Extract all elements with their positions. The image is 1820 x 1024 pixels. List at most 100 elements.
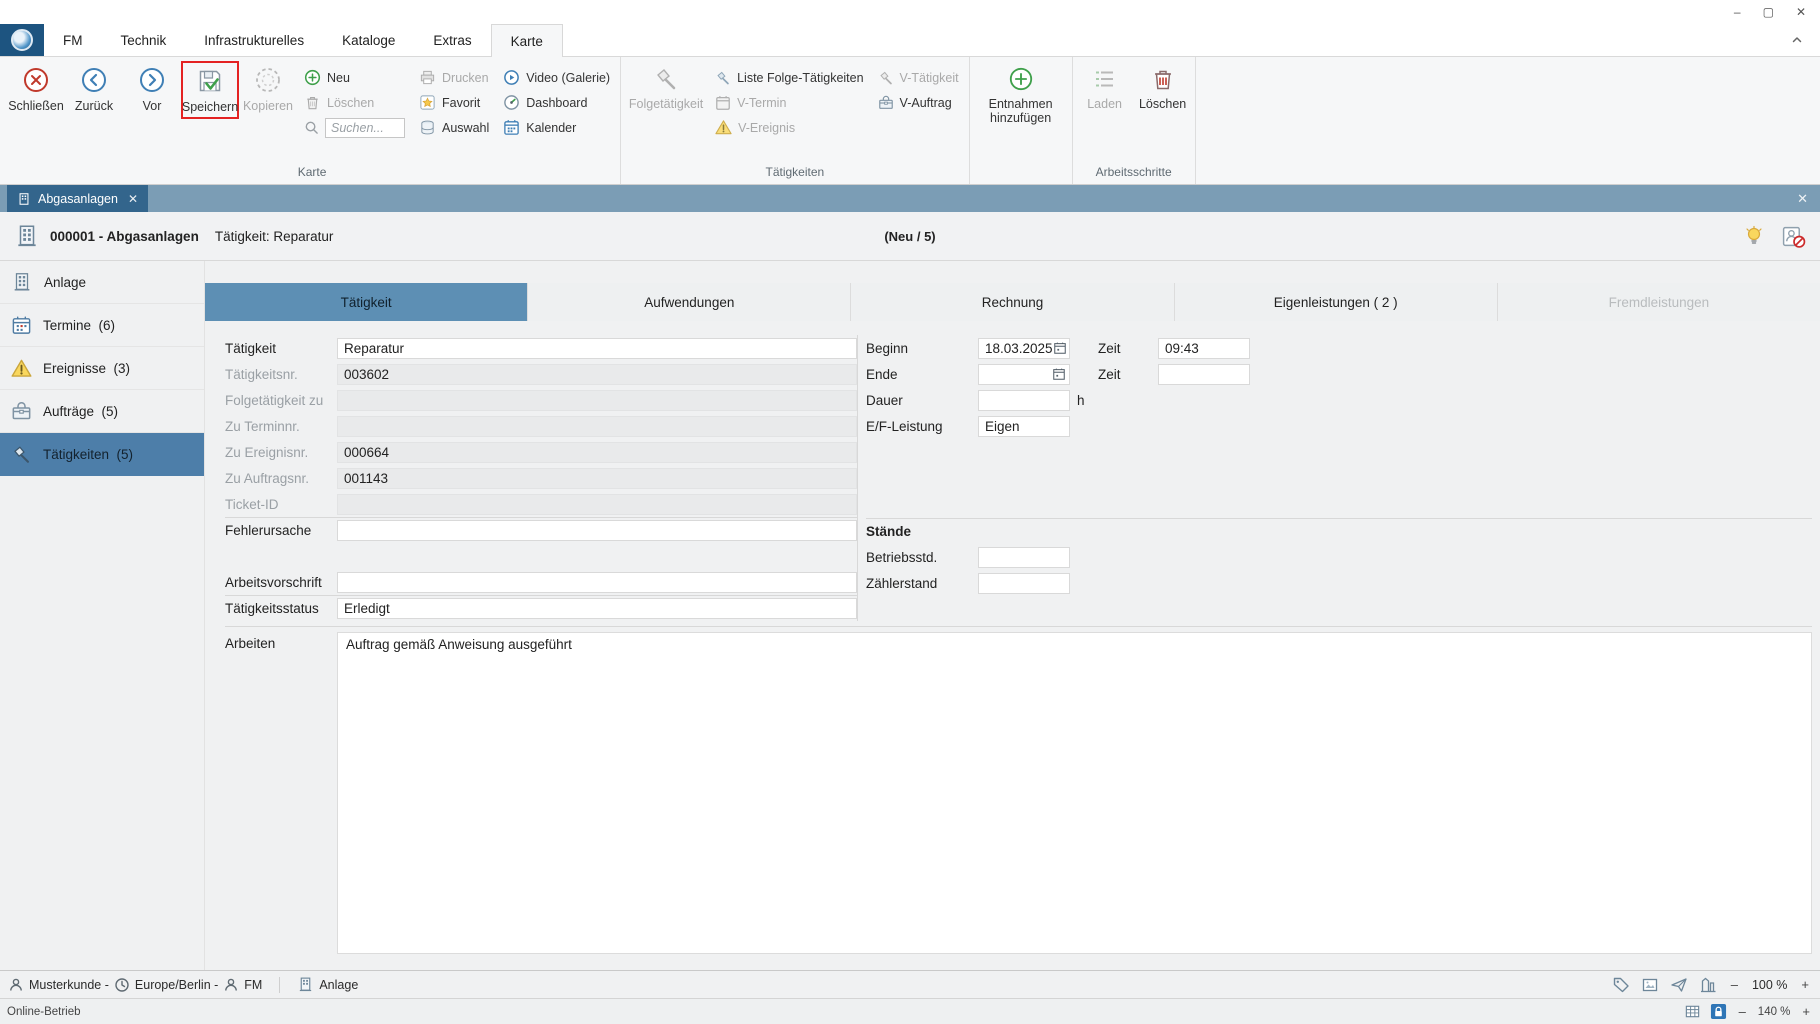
tag-icon[interactable]: [1612, 976, 1630, 994]
search-input[interactable]: [325, 118, 405, 138]
zaehlerstand-field[interactable]: [978, 573, 1070, 594]
app-zoom-in-button[interactable]: +: [1799, 1004, 1813, 1019]
dauer-field[interactable]: [978, 390, 1070, 411]
schliessen-button[interactable]: Schließen: [7, 60, 65, 113]
favorit-label: Favorit: [442, 96, 480, 110]
beginn-zeit-field[interactable]: 09:43: [1158, 338, 1250, 359]
neu-label: Neu: [327, 71, 350, 85]
lightbulb-icon[interactable]: [1743, 225, 1765, 247]
suchen-row: [304, 115, 405, 140]
v-auftrag-button[interactable]: V-Auftrag: [878, 90, 959, 115]
image-icon[interactable]: [1641, 976, 1659, 994]
auswahl-button[interactable]: Auswahl: [419, 115, 489, 140]
send-icon[interactable]: [1670, 976, 1688, 994]
ribbon-group-label-taetigkeiten: Tätigkeiten: [624, 164, 966, 184]
ende-date-field[interactable]: [978, 364, 1070, 385]
calendar-gray-icon: [715, 95, 731, 111]
ef-leistung-field[interactable]: Eigen: [978, 416, 1070, 437]
tab-taetigkeit[interactable]: Tätigkeit: [205, 283, 527, 321]
sidebar-item-ereignisse[interactable]: Ereignisse (3): [0, 347, 204, 390]
form-left-column: Tätigkeit Reparatur Tätigkeitsnr. 003602…: [225, 335, 857, 621]
menu-tab-technik[interactable]: Technik: [102, 24, 186, 56]
calendar-picker-icon[interactable]: [1052, 367, 1066, 381]
entnahmen-hinzufuegen-button[interactable]: Entnahmen hinzufügen: [973, 60, 1069, 126]
app-statusbar: Online-Betrieb – 140 % +: [0, 998, 1820, 1024]
ef-leistung-label: E/F-Leistung: [866, 419, 978, 434]
collapse-ribbon-button[interactable]: [1790, 24, 1820, 56]
arbeitsschritte-loeschen-label: Löschen: [1139, 97, 1186, 111]
sidebar-item-taetigkeiten[interactable]: Tätigkeiten (5): [0, 433, 204, 476]
laden-label: Laden: [1087, 97, 1122, 111]
table-grid-icon[interactable]: [1684, 1003, 1701, 1020]
arbeiten-label: Arbeiten: [225, 632, 337, 960]
tab-rechnung[interactable]: Rechnung: [850, 283, 1173, 321]
ende-zeit-field[interactable]: [1158, 364, 1250, 385]
menu-tab-fm[interactable]: FM: [44, 24, 102, 56]
video-galerie-button[interactable]: Video (Galerie): [503, 65, 610, 90]
warning-triangle-icon: [715, 119, 732, 136]
document-tabstrip: Abgasanlagen ✕ ✕: [0, 185, 1820, 212]
window-close-button[interactable]: ✕: [1796, 6, 1806, 18]
zu-auftragsnr-field: 001143: [337, 468, 857, 489]
document-tab-abgasanlagen[interactable]: Abgasanlagen ✕: [7, 185, 148, 212]
taetigkeitsstatus-field[interactable]: Erledigt: [337, 598, 857, 619]
v-ereignis-label: V-Ereignis: [738, 121, 795, 135]
kalender-button[interactable]: Kalender: [503, 115, 610, 140]
liste-folge-taetigkeiten-button[interactable]: Liste Folge-Tätigkeiten: [715, 65, 863, 90]
vor-button[interactable]: Vor: [123, 60, 181, 113]
calendar-picker-icon[interactable]: [1053, 341, 1067, 355]
arbeitsvorschrift-field[interactable]: [337, 572, 857, 593]
menu-tab-kataloge[interactable]: Kataloge: [323, 24, 414, 56]
taetigkeit-field[interactable]: Reparatur: [337, 338, 857, 359]
ende-zeit-label: Zeit: [1098, 367, 1158, 382]
zu-terminnr-label: Zu Terminnr.: [225, 419, 337, 434]
document-tab-close-icon[interactable]: ✕: [128, 192, 138, 206]
sidebar-item-auftraege[interactable]: Aufträge (5): [0, 390, 204, 433]
arbeiten-textarea[interactable]: Auftrag gemäß Anweisung ausgeführt: [337, 632, 1812, 954]
content-area: Anlage Termine (6) Ereignisse (3) Aufträ…: [0, 261, 1820, 970]
ribbon-group-taetigkeiten: Folgetätigkeit Liste Folge-Tätigkeiten V…: [621, 57, 970, 184]
dashboard-button[interactable]: Dashboard: [503, 90, 610, 115]
taetigkeitsstatus-label: Tätigkeitsstatus: [225, 601, 337, 616]
building-small-icon: [17, 192, 31, 206]
meters-icon[interactable]: [1699, 976, 1717, 994]
save-icon: [196, 67, 224, 95]
pane-close-icon[interactable]: ✕: [1797, 185, 1820, 212]
arbeitsschritte-loeschen-button[interactable]: Löschen: [1134, 60, 1192, 111]
menu-tab-extras[interactable]: Extras: [414, 24, 490, 56]
speichern-button[interactable]: Speichern: [181, 61, 239, 119]
printer-icon: [419, 69, 436, 86]
sidebar-item-label: Anlage: [44, 275, 86, 290]
beginn-date-field[interactable]: 18.03.2025: [978, 338, 1070, 359]
dauer-unit: h: [1077, 393, 1085, 408]
app-zoom-out-button[interactable]: –: [1736, 1004, 1749, 1019]
sidebar-item-anlage[interactable]: Anlage: [0, 261, 204, 304]
fehlerursache-field[interactable]: [337, 520, 857, 541]
lock-indicator-icon[interactable]: [1710, 1003, 1727, 1020]
v-termin-label: V-Termin: [737, 96, 786, 110]
zoom-in-button[interactable]: +: [1798, 977, 1812, 992]
menu-tab-infrastrukturelles[interactable]: Infrastrukturelles: [185, 24, 323, 56]
window-maximize-button[interactable]: ▢: [1763, 6, 1774, 18]
kalender-label: Kalender: [526, 121, 576, 135]
neu-button[interactable]: Neu: [304, 65, 405, 90]
sidebar-item-termine[interactable]: Termine (6): [0, 304, 204, 347]
tab-aufwendungen[interactable]: Aufwendungen: [527, 283, 850, 321]
zaehlerstand-label: Zählerstand: [866, 576, 978, 591]
trash-red-icon: [1150, 66, 1176, 92]
person-blocked-icon[interactable]: [1781, 224, 1806, 249]
document-tab-label: Abgasanlagen: [38, 192, 118, 206]
statusbar-divider: [279, 977, 280, 993]
logo-orb-icon: [11, 29, 33, 51]
menu-tab-karte[interactable]: Karte: [491, 24, 563, 57]
fehlerursache-label: Fehlerursache: [225, 523, 337, 538]
app-logo[interactable]: [0, 24, 44, 56]
v-ereignis-button: V-Ereignis: [715, 115, 863, 140]
zurueck-button[interactable]: Zurück: [65, 60, 123, 113]
tab-eigenleistungen[interactable]: Eigenleistungen ( 2 ): [1174, 283, 1497, 321]
zoom-out-button[interactable]: –: [1728, 977, 1741, 992]
window-minimize-button[interactable]: –: [1734, 6, 1741, 18]
favorit-button[interactable]: Favorit: [419, 90, 489, 115]
betriebsstd-field[interactable]: [978, 547, 1070, 568]
zoom-value: 100 %: [1752, 978, 1787, 992]
